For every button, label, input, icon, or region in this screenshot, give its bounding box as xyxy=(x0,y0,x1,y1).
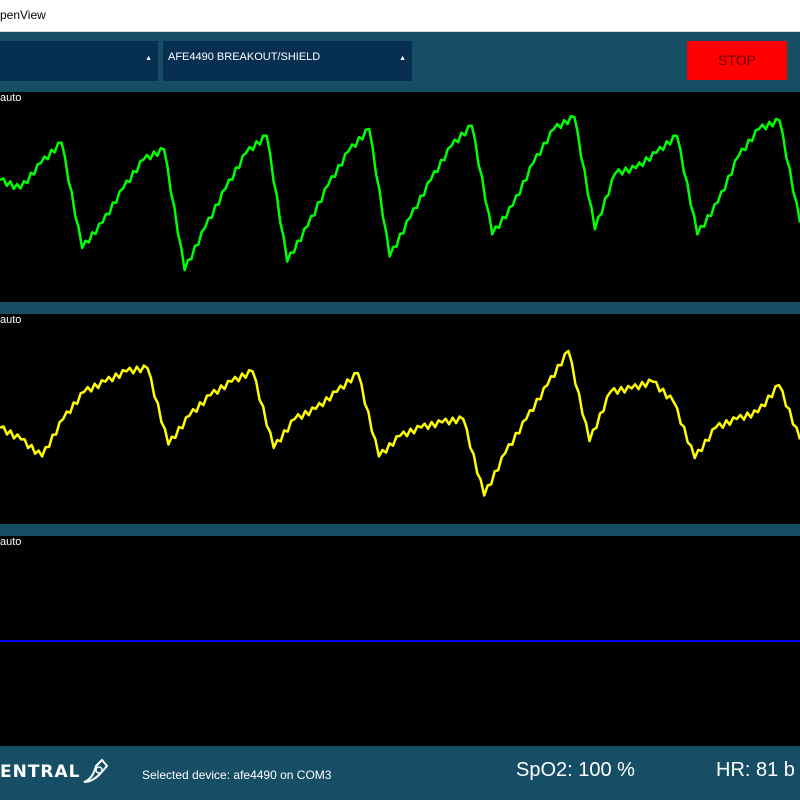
protocentral-logo: ENTRAL xyxy=(0,762,81,782)
dropdown-arrow-icon: ▲ xyxy=(145,55,152,62)
logo-mark-icon xyxy=(83,758,109,783)
selected-device-status: Selected device: afe4490 on COM3 xyxy=(142,768,332,782)
dropdown-arrow-icon: ▲ xyxy=(399,55,406,62)
plot-ir-signal: auto xyxy=(0,92,800,302)
port-dropdown[interactable]: ▲ xyxy=(0,41,158,81)
stop-button[interactable]: STOP xyxy=(687,41,787,80)
window-titlebar: penView xyxy=(0,0,800,32)
plot-3-svg xyxy=(0,640,800,642)
board-dropdown[interactable]: AFE4490 BREAKOUT/SHIELD ▲ xyxy=(163,41,412,81)
heart-rate-readout: HR: 81 b xyxy=(716,759,795,781)
plot-red-signal: auto xyxy=(0,314,800,524)
plot-scale-label: auto xyxy=(0,92,22,104)
app-body: ▲ AFE4490 BREAKOUT/SHIELD ▲ STOP auto au… xyxy=(0,32,800,800)
plot-1-series-line xyxy=(0,114,800,272)
board-dropdown-value: AFE4490 BREAKOUT/SHIELD xyxy=(168,51,321,63)
plot-2-svg xyxy=(0,349,800,497)
status-footer: ENTRAL Selected device: afe4490 on COM3 … xyxy=(0,746,800,800)
plot-scale-label: auto xyxy=(0,536,22,548)
spo2-readout: SpO2: 100 % xyxy=(516,759,635,781)
plot-third-signal: auto xyxy=(0,536,800,746)
window-title: penView xyxy=(0,8,46,22)
plot-scale-label: auto xyxy=(0,314,22,326)
plot-1-svg xyxy=(0,114,800,272)
plot-2-series-line xyxy=(0,349,800,497)
